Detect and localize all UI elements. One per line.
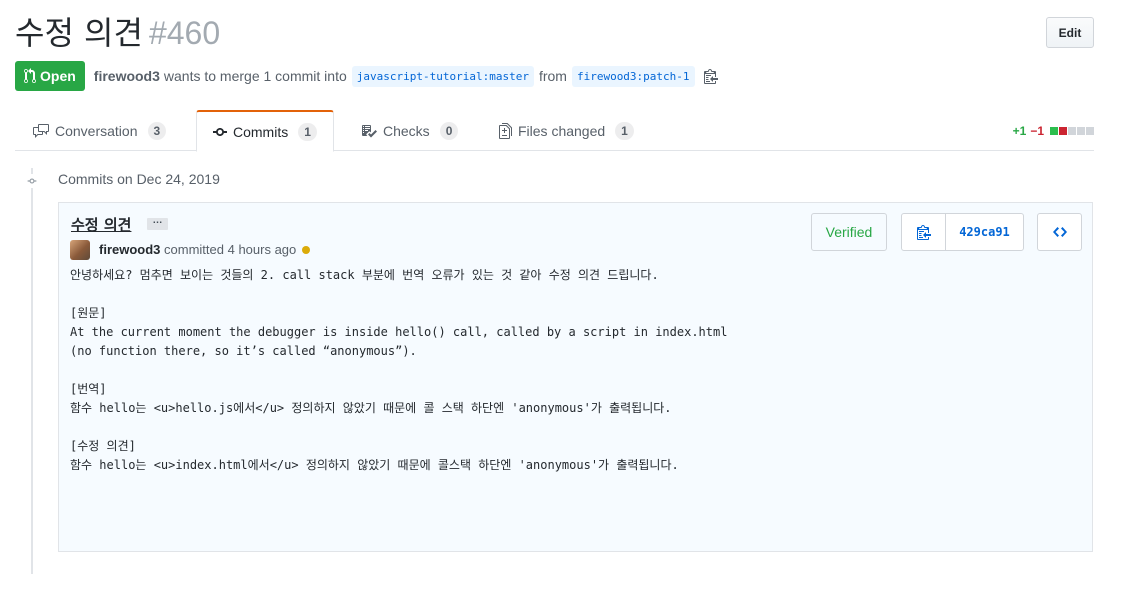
code-icon xyxy=(1052,227,1067,237)
pr-tabs: Conversation 3 Commits 1 Checks 0 Files … xyxy=(15,110,1094,152)
head-branch[interactable]: firewood3:patch-1 xyxy=(571,65,695,87)
file-diff-icon xyxy=(499,122,512,139)
commit-sha-group: 429ca91 xyxy=(901,213,1024,251)
tab-files-changed-count: 1 xyxy=(615,121,634,140)
diffstat: +1 −1 xyxy=(1013,124,1094,138)
diffstat-additions: +1 xyxy=(1012,124,1027,138)
diffstat-deletions: −1 xyxy=(1030,124,1044,138)
commit-author-link[interactable]: firewood3 xyxy=(99,242,160,257)
verified-badge[interactable]: Verified xyxy=(811,213,887,251)
from-text: from xyxy=(538,68,567,84)
base-branch[interactable]: javascript-tutorial:master xyxy=(351,65,534,87)
pr-title: 수정 의견 #460 xyxy=(15,9,220,57)
diffstat-block-del xyxy=(1059,127,1067,135)
diffstat-blocks xyxy=(1050,127,1094,135)
pr-meta: Open firewood3 wants to merge 1 commit i… xyxy=(15,61,718,91)
tab-checks[interactable]: Checks 0 xyxy=(345,110,474,151)
tab-files-changed[interactable]: Files changed 1 xyxy=(483,110,650,151)
git-pull-request-icon xyxy=(24,68,36,84)
pr-author-link[interactable]: firewood3 xyxy=(94,68,160,84)
avatar[interactable] xyxy=(70,240,90,260)
comment-discussion-icon xyxy=(33,123,49,138)
tab-conversation[interactable]: Conversation 3 xyxy=(17,110,182,151)
commit-meta: firewood3 committed 4 hours ago xyxy=(99,242,311,257)
state-badge: Open xyxy=(15,61,85,91)
commit-title-link[interactable]: 수정 의견 xyxy=(71,214,131,235)
merge-text: wants to merge 1 commit into xyxy=(163,68,347,84)
commit-item: 수정 의견 … firewood3 committed 4 hours ago … xyxy=(58,202,1093,552)
diffstat-block-add xyxy=(1050,127,1058,135)
commit-time: committed 4 hours ago xyxy=(164,242,297,257)
tab-files-changed-label: Files changed xyxy=(518,122,606,139)
tab-conversation-count: 3 xyxy=(147,121,167,140)
tab-checks-label: Checks xyxy=(383,122,430,139)
copy-sha-button[interactable] xyxy=(902,214,946,250)
tab-commits-count: 1 xyxy=(298,122,317,141)
state-label: Open xyxy=(40,68,76,84)
tab-commits[interactable]: Commits 1 xyxy=(196,110,334,152)
commit-message-body: 안녕하세요? 멈추면 보이는 것들의 2. call stack 부분에 번역 … xyxy=(70,268,728,472)
checklist-icon xyxy=(362,124,377,137)
pending-status-icon[interactable] xyxy=(302,245,311,254)
tab-commits-label: Commits xyxy=(233,123,289,140)
commit-group-title: Commits on Dec 24, 2019 xyxy=(58,171,220,187)
git-commit-icon xyxy=(213,127,227,136)
pr-title-text: 수정 의견 xyxy=(15,14,143,52)
clippy-icon xyxy=(916,225,931,240)
expand-commit-button[interactable]: … xyxy=(147,216,168,230)
browse-repo-button[interactable] xyxy=(1037,213,1082,251)
edit-button[interactable]: Edit xyxy=(1046,17,1094,48)
git-commit-icon xyxy=(25,174,39,188)
diffstat-block-neutral xyxy=(1068,127,1076,135)
tab-conversation-label: Conversation xyxy=(55,122,138,139)
diffstat-block-neutral xyxy=(1086,127,1094,135)
pr-number: #460 xyxy=(148,15,221,51)
timeline-line xyxy=(31,168,33,574)
commit-sha-link[interactable]: 429ca91 xyxy=(946,214,1023,250)
clippy-icon[interactable] xyxy=(703,68,718,84)
tab-checks-count: 0 xyxy=(439,121,459,140)
diffstat-block-neutral xyxy=(1077,127,1085,135)
